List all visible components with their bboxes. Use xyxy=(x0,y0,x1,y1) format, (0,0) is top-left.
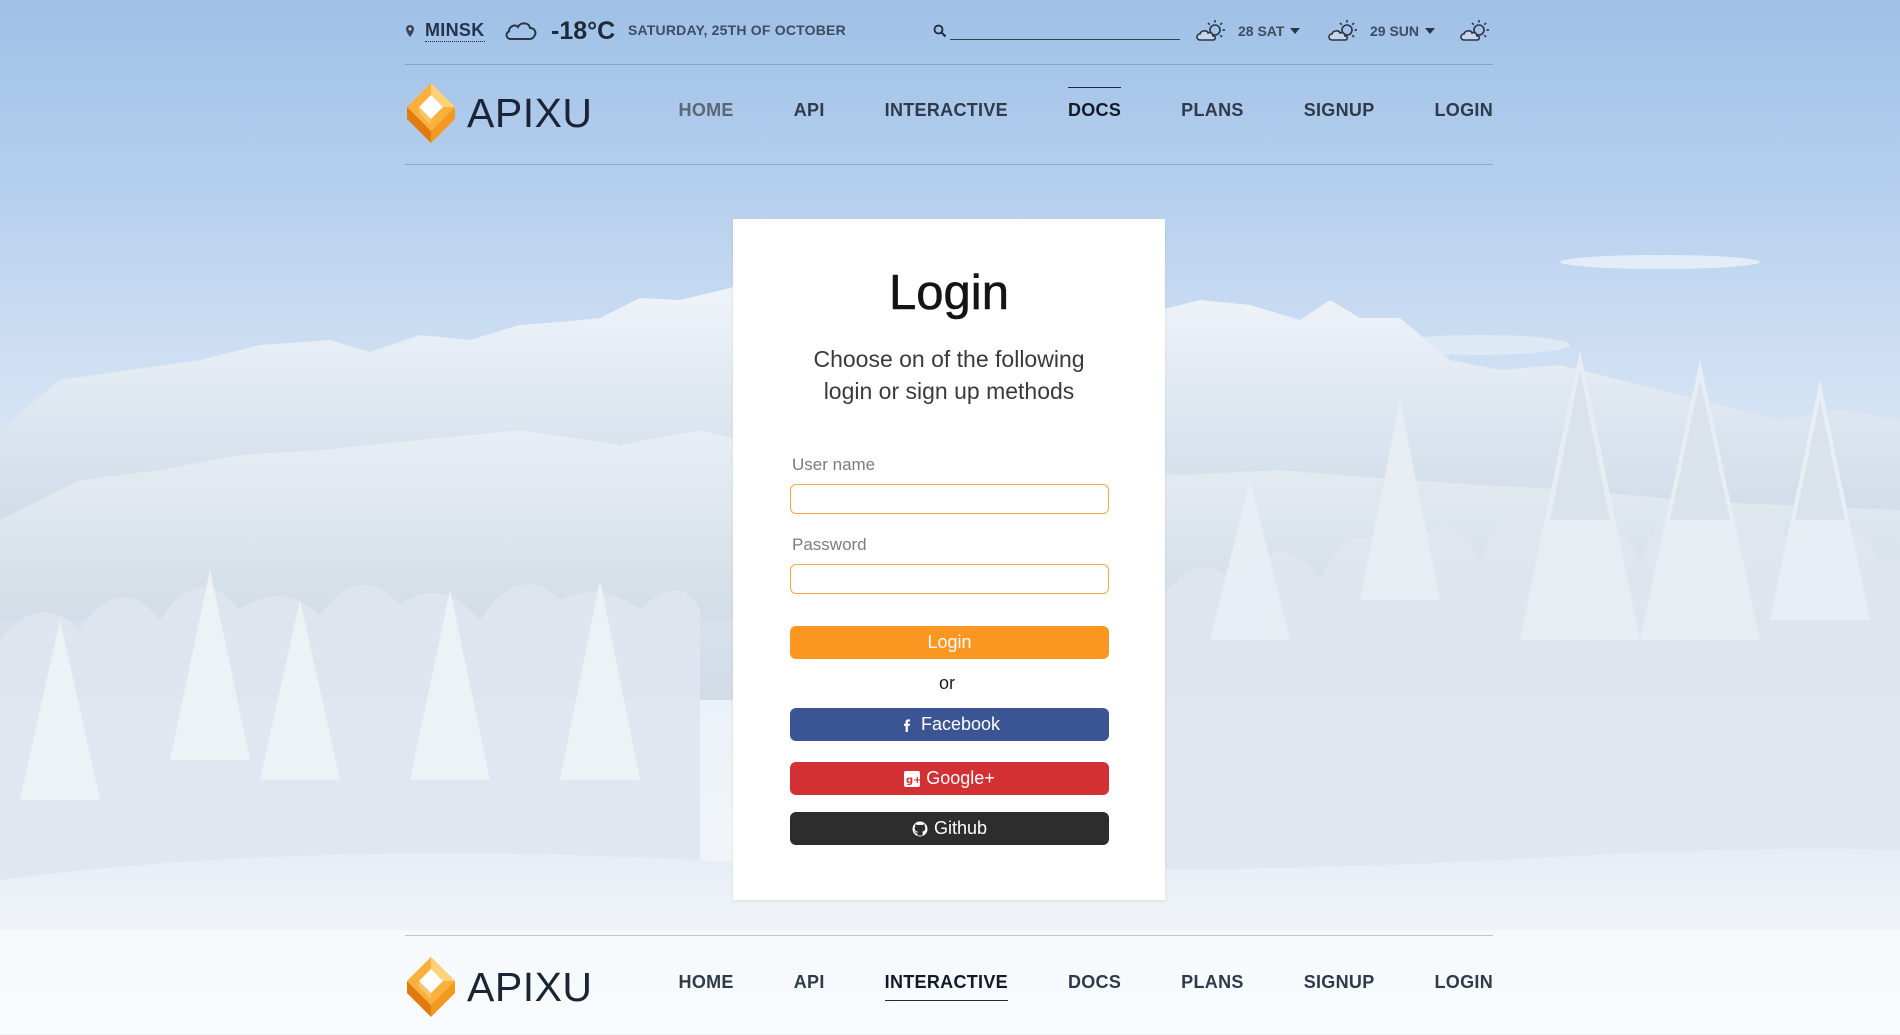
login-card: Login Choose on of the following login o… xyxy=(733,219,1165,900)
footer-logo[interactable]: APIXU xyxy=(405,955,593,1019)
login-title: Login xyxy=(889,266,1010,321)
username-field[interactable] xyxy=(790,484,1109,514)
facebook-login-button[interactable]: Facebook xyxy=(790,708,1109,741)
search-box[interactable] xyxy=(930,18,1180,42)
facebook-icon xyxy=(899,717,915,733)
chevron-down-icon[interactable] xyxy=(1290,28,1301,34)
google-button-label: Google+ xyxy=(926,768,995,788)
search-icon[interactable] xyxy=(933,24,947,38)
facebook-button-label: Facebook xyxy=(920,714,1001,734)
cloud-icon xyxy=(505,22,537,40)
main-nav: APIXU HOME API INTERACTIVE DOCS PLANS SI… xyxy=(405,64,1493,164)
footer-nav-interactive[interactable]: INTERACTIVE xyxy=(884,972,1009,1001)
nav-api[interactable]: API xyxy=(794,100,825,124)
footer-nav-home[interactable]: HOME xyxy=(679,972,734,996)
nav-signup[interactable]: SIGNUP xyxy=(1304,100,1375,124)
login-button[interactable]: Login xyxy=(790,626,1109,659)
current-temperature: -18°C xyxy=(551,16,616,45)
github-button-label: Github xyxy=(933,818,988,838)
chevron-down-icon[interactable] xyxy=(1425,28,1436,34)
sun-cloud-icon xyxy=(1460,20,1489,41)
footer-nav-docs[interactable]: DOCS xyxy=(1068,972,1121,996)
nav-home[interactable]: HOME xyxy=(679,100,734,124)
google-plus-icon: g+ xyxy=(904,770,921,787)
apixu-logo-icon xyxy=(407,83,455,143)
location-city[interactable]: MINSK xyxy=(425,20,485,42)
or-separator: or xyxy=(938,673,955,693)
footer-nav: APIXU HOME API INTERACTIVE DOCS PLANS SI… xyxy=(405,935,1493,1035)
footer-nav-plans[interactable]: PLANS xyxy=(1181,972,1244,996)
footer-nav-api[interactable]: API xyxy=(794,972,825,996)
forecast-day-2[interactable]: 29 SUN xyxy=(1327,16,1436,46)
github-login-button[interactable]: Github xyxy=(790,812,1109,845)
github-icon xyxy=(912,821,928,837)
weather-bar: MINSK -18°C SATURDAY, 25TH OF OCTOBER 28… xyxy=(405,0,1493,65)
password-field[interactable] xyxy=(790,564,1109,594)
search-underline xyxy=(950,39,1180,40)
logo[interactable]: APIXU xyxy=(405,81,593,145)
forecast-day-1-label: 28 SAT xyxy=(1238,23,1285,39)
footer-nav-signup[interactable]: SIGNUP xyxy=(1304,972,1375,996)
logo-text: APIXU xyxy=(467,89,593,136)
password-label: Password xyxy=(792,535,867,554)
forecast-day-2-label: 29 SUN xyxy=(1370,23,1420,39)
sun-cloud-icon xyxy=(1196,20,1225,41)
footer-nav-login[interactable]: LOGIN xyxy=(1435,972,1494,996)
apixu-logo-icon xyxy=(407,957,455,1017)
nav-docs[interactable]: DOCS xyxy=(1067,87,1122,124)
svg-text:g+: g+ xyxy=(906,775,920,786)
nav-menu: HOME API INTERACTIVE DOCS PLANS SIGNUP L… xyxy=(619,87,1494,124)
location[interactable]: MINSK xyxy=(405,18,485,44)
nav-login[interactable]: LOGIN xyxy=(1435,100,1494,124)
nav-interactive[interactable]: INTERACTIVE xyxy=(885,100,1008,124)
google-login-button[interactable]: g+ Google+ xyxy=(790,762,1109,795)
username-label: User name xyxy=(792,455,876,474)
login-subtitle: Choose on of the following login or sign… xyxy=(813,346,1085,404)
divider xyxy=(405,164,1493,165)
forecast-day-3[interactable] xyxy=(1459,16,1502,46)
current-weather: -18°C xyxy=(503,14,615,48)
nav-plans[interactable]: PLANS xyxy=(1181,100,1244,124)
sun-cloud-icon xyxy=(1328,20,1357,41)
footer-menu: HOME API INTERACTIVE DOCS PLANS SIGNUP L… xyxy=(619,972,1494,1001)
location-pin-icon xyxy=(406,25,414,37)
current-date: SATURDAY, 25TH OF OCTOBER xyxy=(628,22,846,38)
forecast-day-1[interactable]: 28 SAT xyxy=(1195,16,1301,46)
footer-logo-text: APIXU xyxy=(467,963,593,1010)
